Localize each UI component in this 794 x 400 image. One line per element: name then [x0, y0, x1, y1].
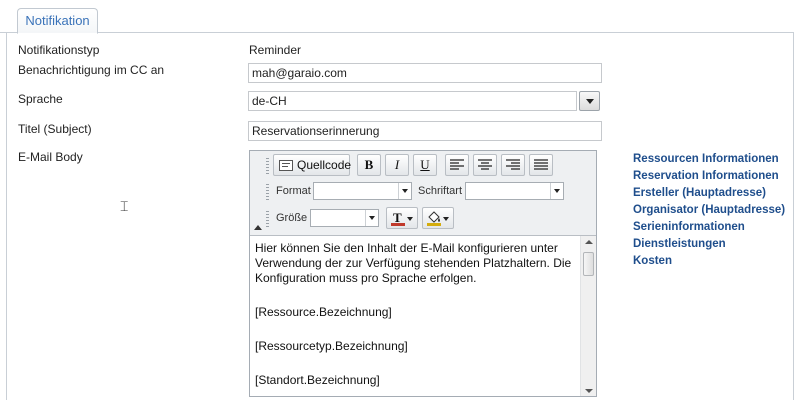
- placeholder-link-kosten[interactable]: Kosten: [633, 253, 785, 270]
- chevron-down-icon: [365, 210, 378, 226]
- type-label: Notifikationstyp: [18, 43, 100, 57]
- type-value: Reminder: [249, 43, 302, 57]
- body-label: E-Mail Body: [18, 150, 83, 164]
- background-color-icon: [427, 211, 441, 226]
- chevron-down-icon: [407, 217, 413, 221]
- subject-label: Titel (Subject): [18, 122, 92, 136]
- editor-content-area[interactable]: Hier können Sie den Inhalt der E-Mail ko…: [250, 235, 596, 396]
- align-center-button[interactable]: [473, 154, 497, 176]
- language-dropdown-button[interactable]: [579, 91, 600, 111]
- size-select[interactable]: [310, 209, 379, 227]
- email-body-editor: Quellcode B I U Format Schriftart Größe …: [249, 150, 597, 397]
- panel-border-left: [6, 33, 7, 400]
- size-label: Größe: [276, 212, 308, 224]
- font-select[interactable]: [465, 182, 564, 200]
- language-input[interactable]: [248, 91, 577, 111]
- source-button[interactable]: Quellcode: [273, 154, 352, 176]
- language-label: Sprache: [18, 92, 63, 106]
- text-color-icon: T: [391, 210, 405, 226]
- italic-button[interactable]: I: [385, 154, 409, 176]
- editor-content: Hier können Sie den Inhalt der E-Mail ko…: [255, 241, 577, 388]
- placeholder-link-ressourcen[interactable]: Ressourcen Informationen: [633, 151, 785, 168]
- scroll-down-icon[interactable]: [585, 389, 593, 393]
- placeholder-link-serien[interactable]: Serieninformationen: [633, 219, 785, 236]
- tab-strip: Notifikation: [0, 0, 794, 34]
- placeholder-link-organisator[interactable]: Organisator (Hauptadresse): [633, 202, 785, 219]
- scroll-up-icon[interactable]: [585, 240, 593, 244]
- cc-label: Benachrichtigung im CC an: [18, 63, 165, 77]
- placeholder-link-ersteller[interactable]: Ersteller (Hauptadresse): [633, 185, 785, 202]
- placeholder-link-dienstleistungen[interactable]: Dienstleistungen: [633, 236, 785, 253]
- format-select[interactable]: [313, 182, 412, 200]
- text-color-button[interactable]: T: [386, 207, 418, 229]
- placeholder-link-reservation[interactable]: Reservation Informationen: [633, 168, 785, 185]
- align-left-icon: [450, 159, 464, 170]
- font-label: Schriftart: [418, 185, 463, 197]
- editor-paragraph: [Ressource.Bezeichnung]: [255, 305, 392, 319]
- source-button-label: Quellcode: [297, 158, 352, 172]
- text-cursor-icon: ⌶: [120, 200, 129, 215]
- bold-button[interactable]: B: [357, 154, 381, 176]
- underline-button[interactable]: U: [413, 154, 437, 176]
- toolbar-grip[interactable]: [266, 211, 269, 227]
- align-justify-button[interactable]: [529, 154, 553, 176]
- toolbar-row-1: Quellcode B I U: [250, 153, 596, 179]
- source-icon: [279, 160, 293, 171]
- chevron-down-icon: [398, 183, 411, 199]
- editor-paragraph: Hier können Sie den Inhalt der E-Mail ko…: [255, 241, 572, 285]
- cc-input[interactable]: [248, 63, 602, 83]
- background-color-button[interactable]: [422, 207, 454, 229]
- align-justify-icon: [534, 159, 548, 170]
- align-right-button[interactable]: [501, 154, 525, 176]
- align-center-icon: [478, 159, 492, 170]
- toolbar-collapse-icon[interactable]: [254, 225, 262, 230]
- align-right-icon: [506, 159, 520, 170]
- toolbar-row-2: Format Schriftart: [250, 179, 596, 205]
- editor-paragraph: [Standort.Bezeichnung]: [255, 373, 380, 387]
- toolbar-grip[interactable]: [266, 158, 269, 174]
- format-label: Format: [276, 185, 311, 197]
- scroll-thumb[interactable]: [583, 252, 594, 276]
- placeholder-links: Ressourcen Informationen Reservation Inf…: [633, 151, 785, 270]
- align-left-button[interactable]: [445, 154, 469, 176]
- editor-scrollbar[interactable]: [580, 236, 596, 396]
- subject-input[interactable]: [248, 121, 602, 141]
- tab-notifikation[interactable]: Notifikation: [17, 8, 98, 34]
- chevron-down-icon: [550, 183, 563, 199]
- chevron-down-icon: [443, 217, 449, 221]
- editor-paragraph: [Ressourcetyp.Bezeichnung]: [255, 339, 408, 353]
- toolbar-grip[interactable]: [266, 184, 269, 200]
- toolbar-row-3: Größe T: [250, 206, 596, 232]
